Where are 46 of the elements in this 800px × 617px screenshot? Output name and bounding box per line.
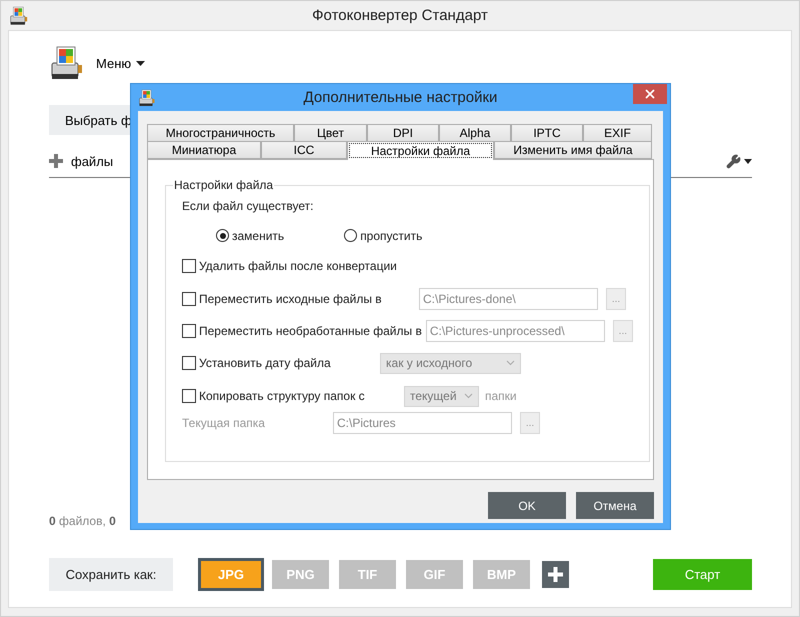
tab[interactable]: Цвет	[294, 124, 367, 142]
close-icon	[643, 87, 657, 101]
group-title: Настройки файла	[173, 178, 274, 192]
radio-option[interactable]: заменить	[216, 228, 284, 242]
add-format-button[interactable]	[542, 561, 569, 588]
app-icon	[9, 6, 28, 26]
tab[interactable]: IPTC	[511, 124, 583, 142]
tab[interactable]: ICC	[261, 141, 347, 159]
option-label: Переместить исходные файлы в	[199, 292, 383, 306]
plus-icon	[548, 567, 563, 582]
tab[interactable]: EXIF	[583, 124, 652, 142]
tab[interactable]: Многостраничность	[147, 124, 294, 142]
dialog-button[interactable]: Отмена	[576, 492, 654, 519]
wrench-icon	[726, 154, 741, 168]
dropdown-suffix: папки	[485, 389, 517, 403]
option-label: Копировать структуру папок с	[199, 389, 366, 403]
tab[interactable]: Изменить имя файла	[494, 141, 652, 159]
app-logo-icon	[49, 45, 83, 81]
dialog-title: Дополнительные настройки	[302, 89, 498, 106]
dialog-button[interactable]: OK	[488, 492, 566, 519]
chevron-icon	[506, 360, 515, 366]
menu-button[interactable]: Меню	[96, 56, 146, 70]
radio-button[interactable]	[216, 229, 229, 242]
tab[interactable]: DPI	[367, 124, 439, 142]
save-as-label: Сохранить как:	[49, 558, 173, 591]
caret-icon	[136, 60, 146, 66]
option-label: Удалить файлы после конвертации	[199, 259, 398, 273]
checkbox[interactable]	[182, 259, 196, 273]
file-count: 0 файлов, 0	[49, 514, 117, 528]
radio-option[interactable]: пропустить	[344, 228, 422, 242]
plus-icon	[49, 154, 63, 168]
settings-button[interactable]	[726, 154, 752, 168]
tab[interactable]: Миниатюра	[147, 141, 261, 159]
option-label: Переместить необработанные файлы в	[199, 324, 423, 338]
option-label: Установить дату файла	[199, 356, 332, 370]
caret-icon	[744, 158, 752, 164]
add-files-button[interactable]: файлы	[49, 154, 114, 168]
tab[interactable]: Настройки файла	[347, 141, 494, 160]
radio-button[interactable]	[344, 229, 358, 242]
if-exists-label: Если файл существует:	[182, 199, 314, 213]
close-button[interactable]	[633, 84, 667, 104]
dialog-app-icon	[138, 88, 155, 106]
option-label: Текущая папка	[182, 416, 266, 430]
tab[interactable]: Alpha	[439, 124, 511, 142]
chevron-icon	[464, 393, 473, 399]
window-title: Фотоконвертер Стандарт	[311, 7, 489, 24]
